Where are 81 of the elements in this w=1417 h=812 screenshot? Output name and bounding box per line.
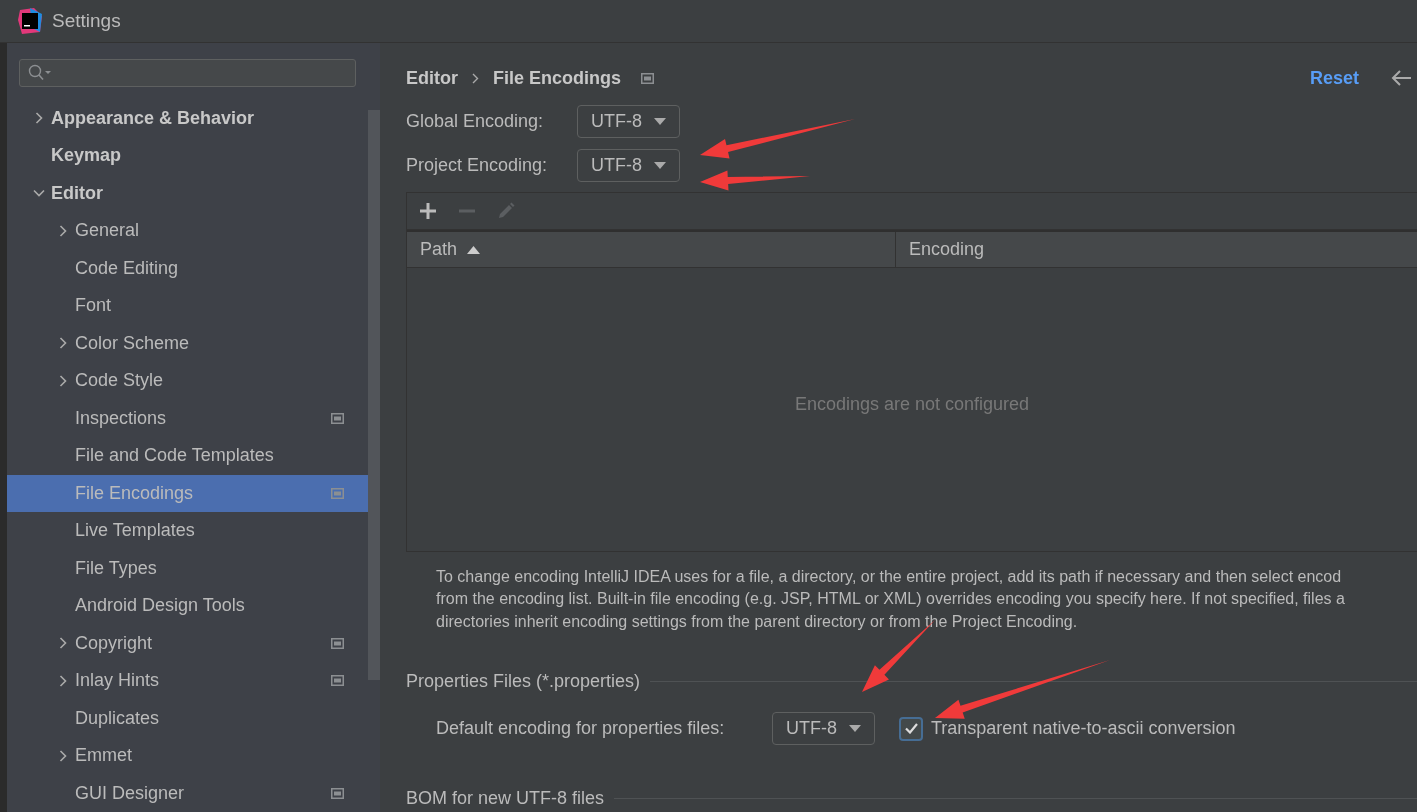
page-icon bbox=[641, 72, 654, 84]
tree-item-label: Android Design Tools bbox=[75, 594, 246, 618]
chevron-right-icon bbox=[472, 72, 479, 84]
tree-item-label: GUI Designer bbox=[75, 781, 186, 805]
tree-item-label: Code Editing bbox=[75, 256, 180, 280]
section-title: Properties Files (*.properties) bbox=[406, 670, 641, 693]
tree-item-label: Live Templates bbox=[75, 519, 196, 543]
section-title: BOM for new UTF-8 files bbox=[406, 787, 605, 810]
chevron-right-icon[interactable] bbox=[57, 749, 69, 762]
tree-item[interactable]: Color Scheme bbox=[7, 324, 368, 362]
tree-item[interactable]: File Types bbox=[7, 549, 368, 587]
chevron-right-icon[interactable] bbox=[57, 674, 69, 687]
breadcrumb-item: Editor bbox=[406, 66, 458, 90]
column-header[interactable]: Encoding bbox=[896, 232, 1417, 267]
tree-item[interactable]: File and Code Templates bbox=[7, 437, 368, 475]
tree-item-label: Inlay Hints bbox=[75, 669, 161, 693]
tree-item[interactable]: Font bbox=[7, 287, 368, 325]
tree-item[interactable]: Code Style bbox=[7, 362, 368, 400]
empty-message: Encodings are not configured bbox=[794, 392, 1030, 416]
search-field[interactable] bbox=[19, 59, 356, 87]
chevron-right-icon[interactable] bbox=[57, 637, 69, 650]
back-arrow-icon[interactable] bbox=[1391, 70, 1411, 86]
reset-link[interactable]: Reset bbox=[1309, 64, 1359, 92]
tree-item-label: File and Code Templates bbox=[75, 444, 275, 468]
tree-item[interactable]: Android Design Tools bbox=[7, 587, 368, 625]
chevron-right-icon[interactable] bbox=[33, 112, 45, 125]
tree-item-label: Emmet bbox=[75, 744, 133, 768]
encoding-dropdown[interactable]: UTF-8 bbox=[577, 105, 680, 138]
tree-item[interactable]: Editor bbox=[7, 174, 368, 212]
tree-item[interactable]: Live Templates bbox=[7, 512, 368, 550]
tree-item[interactable]: Code Editing bbox=[7, 249, 368, 287]
help-text-line: from the encoding list. Built-in file encoding (e.g. JSP, HTML or XML) overrides encoding you specify here. If not specified, files a bbox=[436, 589, 1346, 609]
tree-item[interactable]: Duplicates bbox=[7, 699, 368, 737]
tree-item[interactable]: Keymap bbox=[7, 137, 368, 175]
plus-icon[interactable] bbox=[419, 202, 437, 220]
tree-item[interactable]: Copyright bbox=[7, 624, 368, 662]
tree-item-label: Keymap bbox=[51, 144, 123, 168]
field-label: Default encoding for properties files: bbox=[436, 717, 726, 740]
page-icon bbox=[331, 412, 344, 424]
search-icon bbox=[28, 63, 52, 82]
tree-item-label: Editor bbox=[51, 181, 104, 205]
caret-icon bbox=[654, 162, 666, 169]
caret-icon bbox=[654, 118, 666, 125]
chevron-right-icon[interactable] bbox=[57, 224, 69, 237]
encoding-dropdown[interactable]: UTF-8 bbox=[577, 149, 680, 182]
tree-item-label: File Types bbox=[75, 556, 158, 580]
app-logo-icon bbox=[18, 8, 42, 34]
help-text-line: directories inherit encoding settings from the parent directory or from the Project Encoding. bbox=[436, 611, 1079, 632]
scrollbar[interactable] bbox=[368, 110, 380, 680]
tree-item[interactable]: GUI Designer bbox=[7, 774, 368, 812]
tree-item-label: Code Style bbox=[75, 369, 165, 393]
page-icon bbox=[331, 787, 344, 799]
tree-item[interactable]: Emmet bbox=[7, 737, 368, 775]
page-icon bbox=[331, 487, 344, 499]
help-text-line: To change encoding IntelliJ IDEA uses for a file, a directory, or the entire project, add its path if necessary and then select encod bbox=[436, 566, 1343, 587]
tree-item-label: Copyright bbox=[75, 631, 154, 655]
encoding-dropdown[interactable]: UTF-8 bbox=[772, 712, 875, 745]
tree-item[interactable]: Inlay Hints bbox=[7, 662, 368, 700]
tree-item[interactable]: General bbox=[7, 212, 368, 250]
page-icon bbox=[331, 675, 344, 687]
checkbox[interactable] bbox=[899, 716, 923, 741]
field-label: Project Encoding: bbox=[406, 154, 549, 177]
tree-item[interactable]: Inspections bbox=[7, 399, 368, 437]
column-header[interactable]: Path bbox=[407, 232, 896, 267]
tree-item-label: Duplicates bbox=[75, 706, 161, 730]
tree-item-label: Appearance & Behavior bbox=[51, 106, 256, 130]
chevron-right-icon[interactable] bbox=[57, 374, 69, 387]
tree-item-label: Color Scheme bbox=[75, 331, 191, 355]
breadcrumb-item: File Encodings bbox=[493, 66, 621, 90]
check-icon bbox=[904, 723, 918, 734]
window-title: Settings bbox=[52, 8, 121, 33]
field-label: Global Encoding: bbox=[406, 110, 545, 133]
tree-item-label: Inspections bbox=[75, 406, 168, 430]
checkbox-label: Transparent native-to-ascii conversion bbox=[931, 717, 1236, 740]
tree-item[interactable]: Appearance & Behavior bbox=[7, 99, 368, 137]
page-icon bbox=[331, 637, 344, 649]
tree-item-label: File Encodings bbox=[75, 481, 195, 505]
caret-icon bbox=[849, 725, 861, 732]
chevron-right-icon[interactable] bbox=[57, 337, 69, 350]
tree-item-label: General bbox=[75, 219, 141, 243]
tree-item-label: Font bbox=[75, 294, 113, 318]
